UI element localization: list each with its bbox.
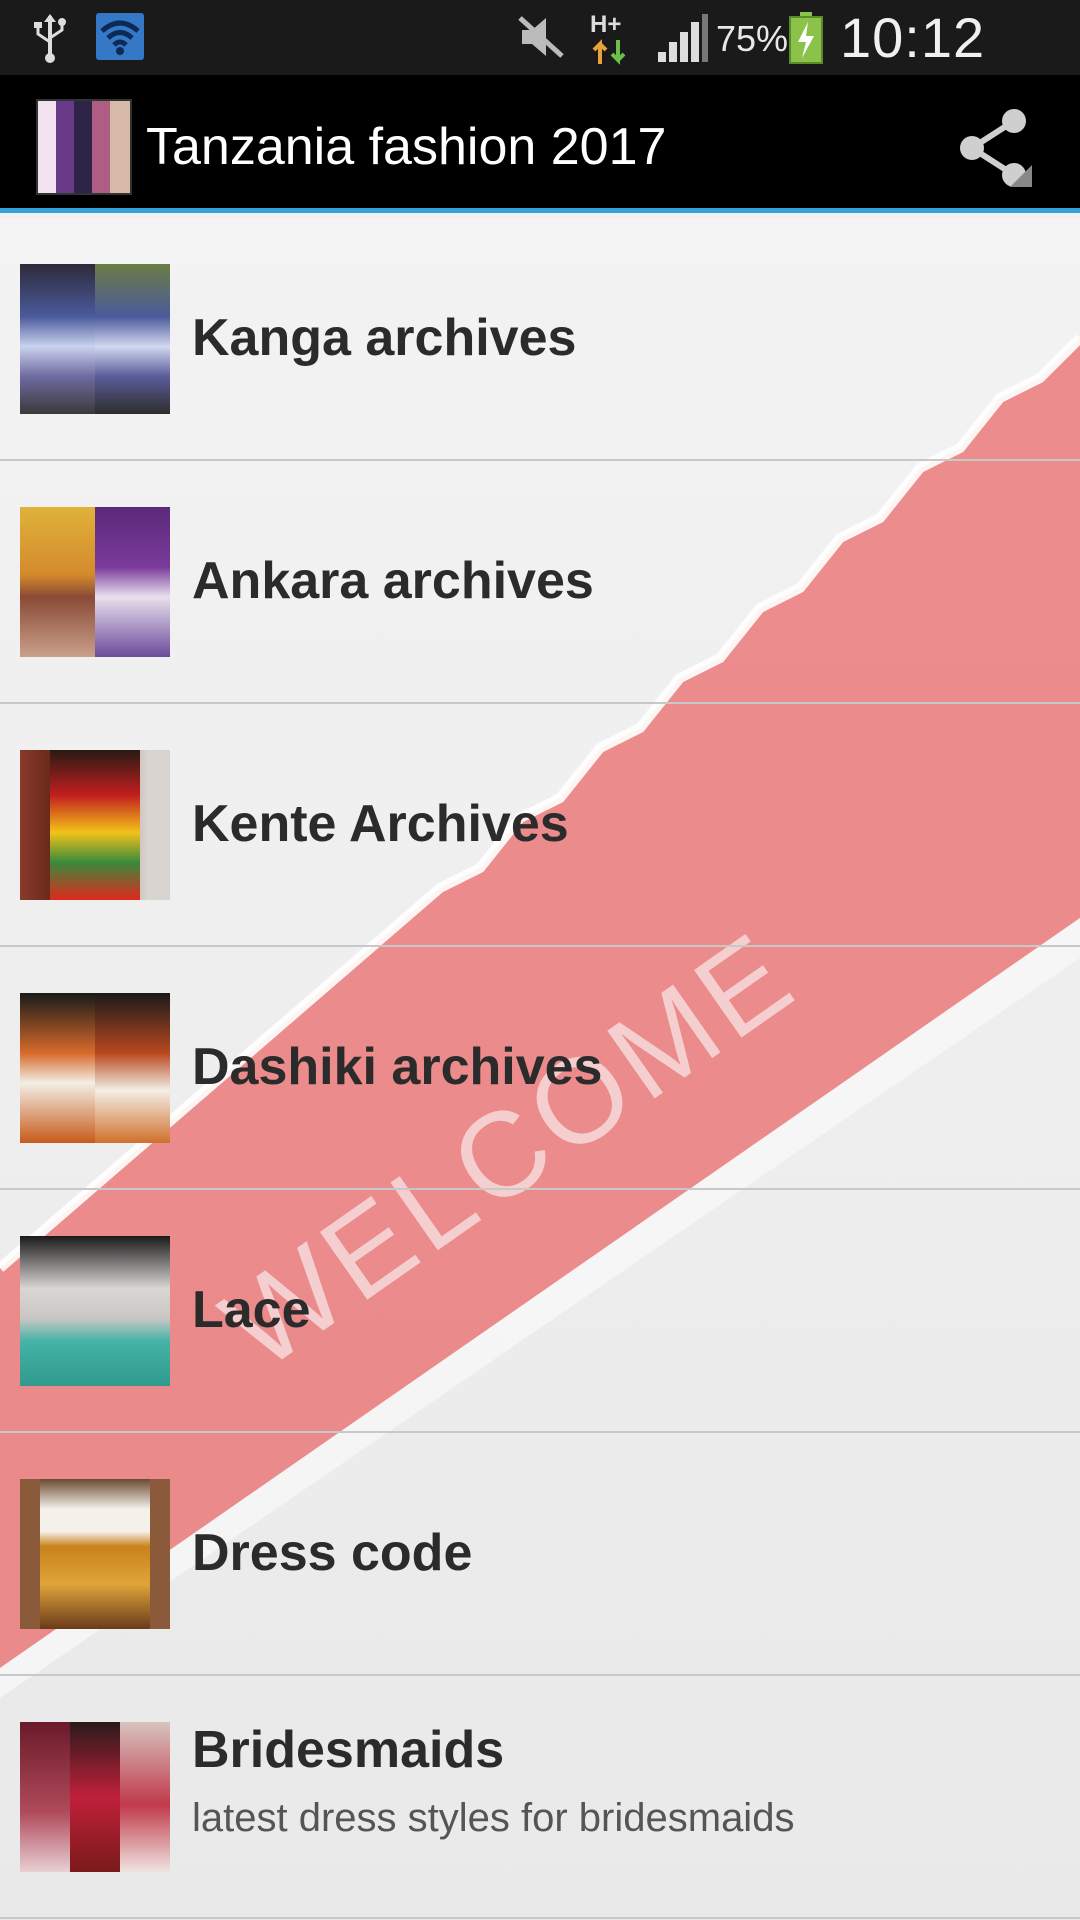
list-item-ankara[interactable]: Ankara archives	[0, 461, 1080, 704]
mute-icon	[518, 16, 564, 58]
net-label: H+	[590, 11, 621, 38]
list-item-lace[interactable]: Lace	[0, 1190, 1080, 1433]
list-item-dashiki[interactable]: Dashiki archives	[0, 947, 1080, 1190]
list-item-dress-code[interactable]: Dress code	[0, 1433, 1080, 1676]
item-thumbnail	[20, 1236, 170, 1386]
item-thumbnail	[20, 507, 170, 657]
overflow-corner-indicator	[1010, 165, 1032, 187]
battery-charging-icon	[789, 12, 823, 64]
category-list: WELCOME Kanga archives Ankara archives K…	[0, 218, 1080, 1920]
item-label: Lace	[192, 1281, 311, 1339]
item-label: Ankara archives	[192, 552, 594, 610]
item-label: Bridesmaids	[192, 1721, 505, 1779]
action-bar: Tanzania fashion 2017	[0, 75, 1080, 213]
item-label: Kanga archives	[192, 309, 577, 367]
share-button[interactable]	[950, 103, 1040, 193]
item-thumbnail	[20, 1479, 170, 1629]
network-type-icon: H+	[590, 11, 626, 65]
battery-percent: 75%	[716, 18, 789, 59]
item-label: Dashiki archives	[192, 1038, 603, 1096]
item-label: Kente Archives	[192, 795, 569, 853]
item-subtitle: latest dress styles for bridesmaids	[192, 1796, 795, 1840]
list-item-kente[interactable]: Kente Archives	[0, 704, 1080, 947]
app-title: Tanzania fashion 2017	[146, 118, 667, 176]
wifi-icon	[96, 13, 144, 60]
list-item-kanga[interactable]: Kanga archives	[0, 218, 1080, 461]
usb-icon	[34, 14, 66, 63]
item-thumbnail	[20, 1722, 170, 1872]
app-logo[interactable]	[36, 99, 132, 195]
item-thumbnail	[20, 264, 170, 414]
item-thumbnail	[20, 750, 170, 900]
list-item-bridesmaids[interactable]: Bridesmaids latest dress styles for brid…	[0, 1676, 1080, 1919]
item-label: Dress code	[192, 1524, 473, 1582]
signal-icon	[658, 14, 708, 62]
item-thumbnail	[20, 993, 170, 1143]
status-bar: H+ 75% 10:12 AM	[0, 0, 1080, 134]
